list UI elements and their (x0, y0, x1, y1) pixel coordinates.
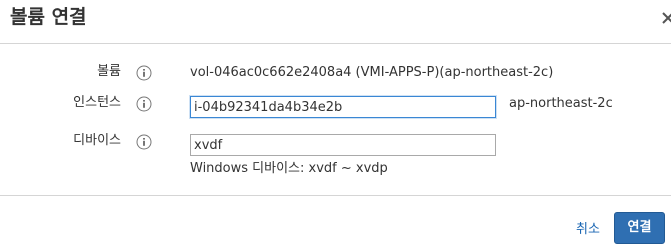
info-icon[interactable] (136, 96, 152, 112)
instance-zone: ap-northeast-2c (509, 96, 613, 111)
attach-volume-dialog: 볼륨 연결 볼륨 vol-046ac0c662e2408a4 (VMI-APPS… (0, 0, 671, 251)
volume-label: 볼륨 (97, 64, 121, 79)
info-icon[interactable] (136, 134, 152, 150)
volume-value: vol-046ac0c662e2408a4 (VMI-APPS-P)(ap-no… (190, 65, 554, 80)
instance-label: 인스턴스 (73, 95, 121, 110)
info-icon[interactable] (136, 65, 152, 81)
attach-button[interactable]: 연결 (614, 212, 665, 244)
device-label: 디바이스 (73, 133, 121, 148)
device-input[interactable] (190, 134, 496, 156)
close-icon[interactable] (660, 10, 671, 26)
footer-divider (0, 195, 671, 196)
device-hint: Windows 디바이스: xvdf ~ xvdp (190, 161, 388, 176)
cancel-button[interactable]: 취소 (576, 222, 600, 238)
dialog-header: 볼륨 연결 (0, 0, 671, 44)
instance-input[interactable] (190, 96, 496, 118)
dialog-title: 볼륨 연결 (10, 6, 87, 28)
